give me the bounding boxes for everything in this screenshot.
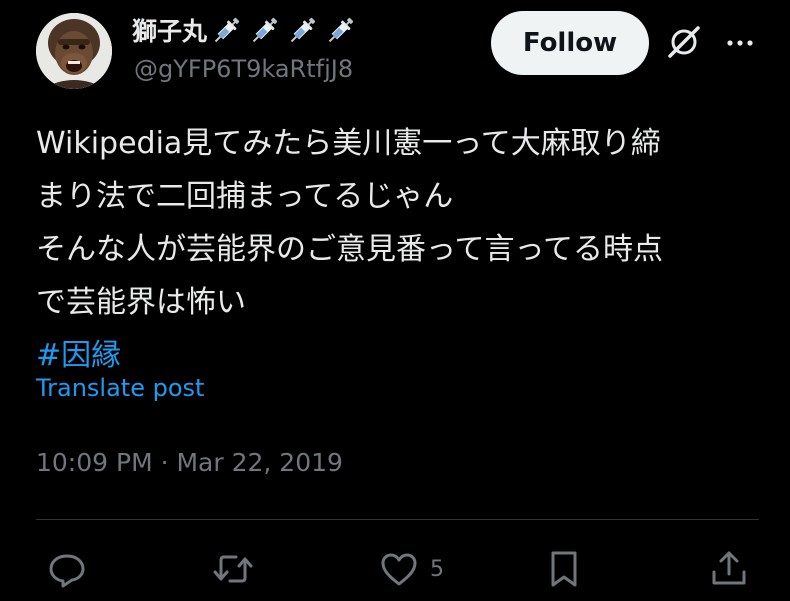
retweet-icon bbox=[213, 555, 253, 583]
heart-icon bbox=[381, 553, 417, 586]
display-name-text: 獅子丸 bbox=[132, 17, 208, 46]
user-handle[interactable]: @gYFP6T9kaRtfjJ8 bbox=[134, 55, 353, 83]
action-bar: 5 bbox=[0, 543, 790, 595]
tweet-text-line: で芸能界は怖い bbox=[36, 285, 246, 320]
reply-icon bbox=[49, 554, 85, 588]
avatar-image bbox=[36, 13, 112, 89]
share-button[interactable] bbox=[708, 543, 750, 595]
timestamp[interactable]: 10:09 PM · Mar 22, 2019 bbox=[36, 448, 343, 477]
translate-post-link[interactable]: Translate post bbox=[36, 374, 204, 402]
syringe-icon bbox=[252, 17, 278, 42]
retweet-button[interactable] bbox=[212, 543, 254, 595]
like-count: 5 bbox=[430, 556, 444, 582]
tweet-text-line: そんな人が芸能界のご意見番って言ってる時点 bbox=[36, 232, 663, 267]
display-name[interactable]: 獅子丸 bbox=[132, 12, 358, 48]
tweet-text-line: まり法で二回捕まってるじゃん bbox=[36, 179, 454, 214]
like-button[interactable]: 5 bbox=[378, 543, 444, 595]
avatar[interactable] bbox=[36, 13, 112, 89]
bookmark-icon bbox=[551, 551, 577, 587]
follow-button[interactable]: Follow bbox=[491, 11, 649, 75]
syringe-icon bbox=[328, 17, 354, 42]
tweet: 獅子丸 @gYFP6T9kaRtfjJ8 Follow Wikipedia見てみ… bbox=[0, 0, 790, 601]
more-options-icon[interactable] bbox=[720, 28, 760, 58]
tweet-text-line: Wikipedia見てみたら美川憲一って大麻取り締 bbox=[36, 126, 661, 161]
share-icon bbox=[712, 551, 746, 585]
reply-button[interactable] bbox=[46, 543, 88, 595]
tweet-text: Wikipedia見てみたら美川憲一って大麻取り締 まり法で二回捕まってるじゃん… bbox=[36, 117, 776, 382]
name-emoji-row bbox=[209, 13, 358, 48]
bookmark-button[interactable] bbox=[543, 543, 585, 595]
syringe-icon bbox=[214, 17, 240, 42]
syringe-icon bbox=[290, 17, 316, 42]
grok-icon[interactable] bbox=[664, 22, 704, 62]
divider bbox=[36, 519, 759, 520]
